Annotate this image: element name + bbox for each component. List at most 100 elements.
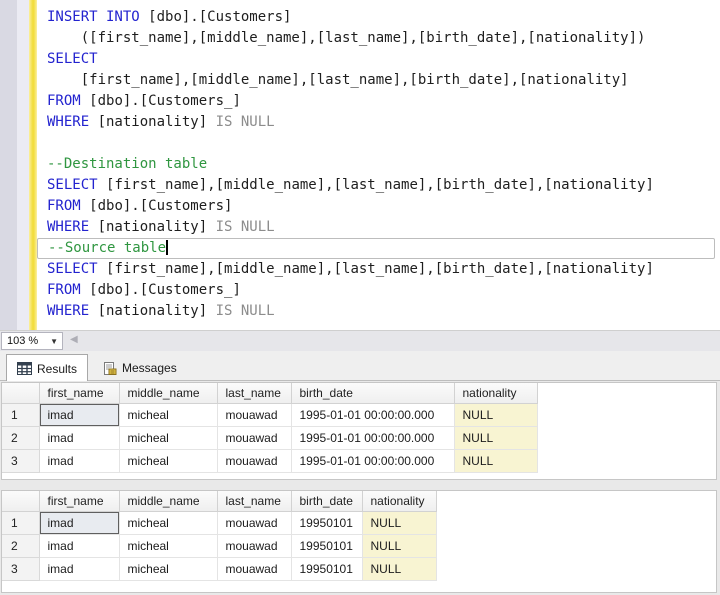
grid-cell[interactable]: imad	[39, 535, 119, 558]
grid-cell[interactable]: NULL	[362, 535, 436, 558]
code-line[interactable]: FROM [dbo].[Customers_]	[37, 91, 720, 112]
table-row: 3imadmichealmouawad19950101NULL	[2, 558, 436, 581]
grid-cell[interactable]: 1995-01-01 00:00:00.000	[291, 450, 454, 473]
grid-cell[interactable]: micheal	[119, 450, 217, 473]
code-token: INSERT INTO	[47, 9, 148, 25]
code-token: [nationality]	[98, 303, 216, 319]
code-area[interactable]: INSERT INTO [dbo].[Customers] ([first_na…	[37, 7, 720, 330]
scroll-left-icon[interactable]: ◀	[70, 334, 78, 345]
code-line[interactable]: INSERT INTO [dbo].[Customers]	[37, 7, 720, 28]
messages-icon	[102, 362, 117, 375]
code-token: [nationality]	[98, 219, 216, 235]
code-token: SELECT	[47, 177, 106, 193]
grid-cell[interactable]: micheal	[119, 558, 217, 581]
code-token: [first_name],[middle_name],[last_name],[…	[106, 177, 654, 193]
column-header-last_name[interactable]: last_name	[217, 383, 291, 404]
row-number-cell[interactable]: 2	[2, 535, 39, 558]
code-line[interactable]: ([first_name],[middle_name],[last_name],…	[37, 28, 720, 49]
code-line[interactable]	[37, 133, 720, 154]
change-tracking-bar	[29, 0, 37, 330]
tab-messages[interactable]: Messages	[92, 355, 187, 381]
code-line[interactable]: --Destination table	[37, 154, 720, 175]
grid-cell[interactable]: imad	[39, 450, 119, 473]
grid-cell[interactable]: NULL	[454, 427, 537, 450]
column-header-middle_name[interactable]: middle_name	[119, 383, 217, 404]
table-row: 1imadmichealmouawad19950101NULL	[2, 512, 436, 535]
table-row: 3imadmichealmouawad1995-01-01 00:00:00.0…	[2, 450, 537, 473]
code-line[interactable]: WHERE [nationality] IS NULL	[37, 112, 720, 133]
code-token: --Destination table	[47, 156, 207, 172]
grid-cell[interactable]: NULL	[362, 558, 436, 581]
grid-cell[interactable]: mouawad	[217, 427, 291, 450]
grid-cell[interactable]: 1995-01-01 00:00:00.000	[291, 427, 454, 450]
grid-cell[interactable]: mouawad	[217, 450, 291, 473]
row-number-cell[interactable]: 3	[2, 450, 39, 473]
code-line[interactable]: SELECT [first_name],[middle_name],[last_…	[37, 259, 720, 280]
column-header-birth_date[interactable]: birth_date	[291, 491, 362, 512]
corner-header-cell[interactable]	[2, 383, 39, 404]
code-line[interactable]: [first_name],[middle_name],[last_name],[…	[37, 70, 720, 91]
code-line[interactable]: WHERE [nationality] IS NULL	[37, 301, 720, 322]
code-token: IS NULL	[216, 303, 275, 319]
grid-cell[interactable]: NULL	[454, 404, 537, 427]
code-token: FROM	[47, 282, 89, 298]
column-header-birth_date[interactable]: birth_date	[291, 383, 454, 404]
grid-cell[interactable]: mouawad	[217, 512, 291, 535]
row-number-cell[interactable]: 3	[2, 558, 39, 581]
row-number-cell[interactable]: 2	[2, 427, 39, 450]
grid-cell[interactable]: 19950101	[291, 535, 362, 558]
code-line[interactable]: WHERE [nationality] IS NULL	[37, 217, 720, 238]
code-line[interactable]: SELECT	[37, 49, 720, 70]
code-token: ([first_name],[middle_name],[last_name],…	[47, 30, 645, 46]
corner-header-cell[interactable]	[2, 491, 39, 512]
column-header-nationality[interactable]: nationality	[454, 383, 537, 404]
column-header-first_name[interactable]: first_name	[39, 383, 119, 404]
code-line[interactable]: FROM [dbo].[Customers_]	[37, 280, 720, 301]
grid-cell[interactable]: mouawad	[217, 404, 291, 427]
results-grid-2: first_namemiddle_namelast_namebirth_date…	[1, 490, 717, 593]
grid-cell[interactable]: micheal	[119, 535, 217, 558]
code-token: [first_name],[middle_name],[last_name],[…	[106, 261, 654, 277]
grid-cell[interactable]: imad	[39, 512, 119, 535]
code-token: IS NULL	[216, 219, 275, 235]
code-line[interactable]: --Source table	[37, 238, 715, 259]
table-row: 2imadmichealmouawad19950101NULL	[2, 535, 436, 558]
column-header-first_name[interactable]: first_name	[39, 491, 119, 512]
grid-cell[interactable]: micheal	[119, 404, 217, 427]
grid-cell[interactable]: mouawad	[217, 535, 291, 558]
results-table: first_namemiddle_namelast_namebirth_date…	[2, 383, 538, 473]
code-token: IS NULL	[216, 114, 275, 130]
code-token: FROM	[47, 198, 89, 214]
editor-gutter	[0, 0, 29, 330]
grid-cell[interactable]: NULL	[362, 512, 436, 535]
zoom-dropdown[interactable]: 103 % ▼	[1, 332, 63, 350]
grid-cell[interactable]: mouawad	[217, 558, 291, 581]
table-row: 1imadmichealmouawad1995-01-01 00:00:00.0…	[2, 404, 537, 427]
grid-cell[interactable]: 1995-01-01 00:00:00.000	[291, 404, 454, 427]
column-header-last_name[interactable]: last_name	[217, 491, 291, 512]
row-number-cell[interactable]: 1	[2, 404, 39, 427]
tab-results-label: Results	[37, 362, 77, 376]
results-table: first_namemiddle_namelast_namebirth_date…	[2, 491, 437, 581]
grid-cell[interactable]: imad	[39, 427, 119, 450]
tab-results[interactable]: Results	[6, 354, 88, 382]
grid-cell[interactable]: NULL	[454, 450, 537, 473]
sql-editor[interactable]: INSERT INTO [dbo].[Customers] ([first_na…	[0, 0, 720, 330]
code-token: [dbo].[Customers]	[89, 198, 232, 214]
editor-hscroll-row: 103 % ▼ ◀	[0, 330, 720, 351]
code-token: --Source table	[48, 240, 166, 256]
grid-cell[interactable]: micheal	[119, 512, 217, 535]
column-header-middle_name[interactable]: middle_name	[119, 491, 217, 512]
grid-cell[interactable]: imad	[39, 558, 119, 581]
results-tab-strip: Results Messages	[0, 351, 720, 381]
grid-cell[interactable]: 19950101	[291, 558, 362, 581]
code-token: [dbo].[Customers_]	[89, 282, 241, 298]
code-token: SELECT	[47, 261, 106, 277]
code-line[interactable]: SELECT [first_name],[middle_name],[last_…	[37, 175, 720, 196]
grid-cell[interactable]: 19950101	[291, 512, 362, 535]
row-number-cell[interactable]: 1	[2, 512, 39, 535]
grid-cell[interactable]: imad	[39, 404, 119, 427]
column-header-nationality[interactable]: nationality	[362, 491, 436, 512]
code-line[interactable]: FROM [dbo].[Customers]	[37, 196, 720, 217]
grid-cell[interactable]: micheal	[119, 427, 217, 450]
